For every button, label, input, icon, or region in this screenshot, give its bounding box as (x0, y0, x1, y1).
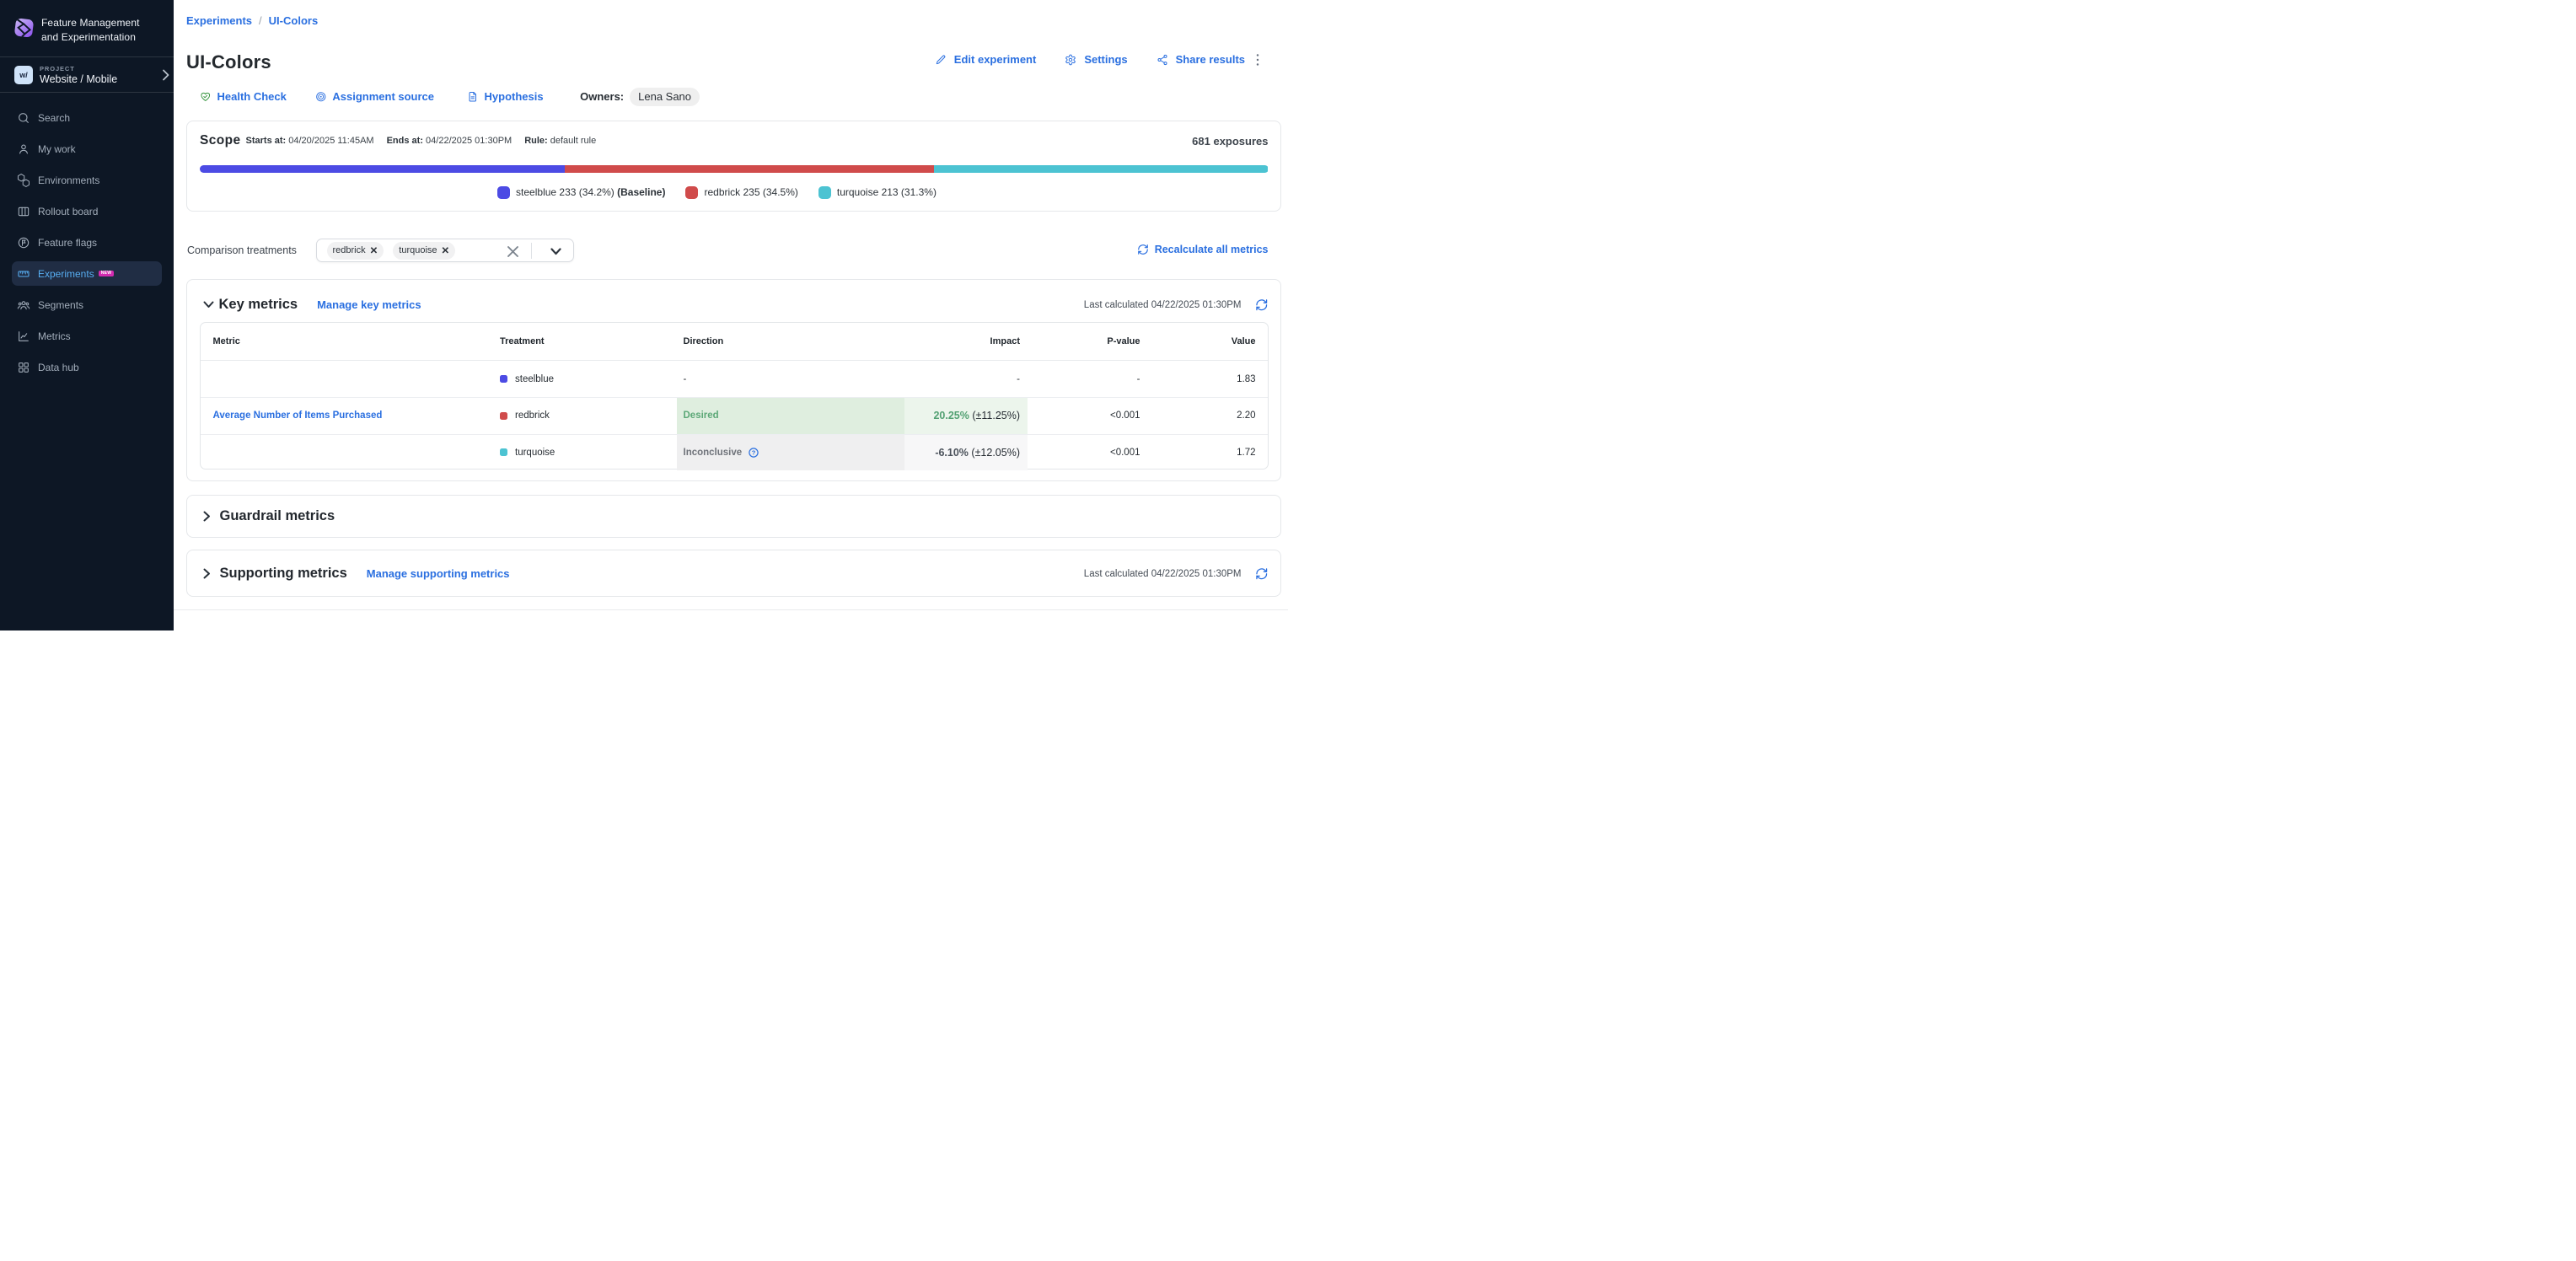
svg-text:?: ? (752, 448, 756, 456)
